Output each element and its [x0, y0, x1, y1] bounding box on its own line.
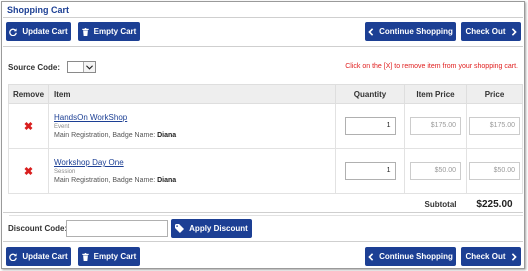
shopping-cart-panel: Shopping Cart Update Cart Empty Cart Con… [1, 1, 525, 269]
item-link[interactable]: Workshop Day One [54, 158, 335, 167]
empty-cart-button-top[interactable]: Empty Cart [78, 22, 140, 41]
item-detail-prefix: Main Registration, Badge Name: [54, 132, 156, 139]
price-field: $175.00 [469, 117, 520, 135]
continue-shopping-button-top[interactable]: Continue Shopping [365, 22, 456, 41]
refresh-icon [9, 27, 18, 36]
check-out-button-bottom[interactable]: Check Out [461, 247, 521, 266]
table-header-row: Remove Item Quantity Item Price Price [8, 84, 523, 104]
cart-table: Remove Item Quantity Item Price Price ✖ … [8, 84, 523, 216]
item-detail: Main Registration, Badge Name: Diana [54, 132, 335, 139]
discount-divider [3, 241, 523, 242]
item-detail-prefix: Main Registration, Badge Name: [54, 177, 156, 184]
item-type: Event [54, 124, 70, 130]
apply-discount-label: Apply Discount [189, 224, 248, 233]
refresh-icon [9, 252, 18, 261]
col-item: Item [48, 84, 336, 104]
trash-icon [81, 252, 89, 261]
quantity-input[interactable]: 1 [344, 162, 396, 180]
discount-code-label: Discount Code: [8, 224, 68, 233]
price-cell: $175.00 [466, 103, 523, 149]
quantity-cell: 1 [335, 103, 405, 149]
apply-discount-button[interactable]: Apply Discount [171, 219, 252, 238]
empty-cart-label: Empty Cart [93, 27, 137, 36]
update-cart-label: Update Cart [22, 27, 68, 36]
badge-name: Diana [157, 177, 177, 184]
price-field: $50.00 [469, 162, 520, 180]
chevron-right-icon [511, 27, 517, 36]
continue-shopping-label: Continue Shopping [379, 252, 453, 261]
update-cart-button-bottom[interactable]: Update Cart [6, 247, 71, 266]
quantity-input[interactable]: 1 [344, 117, 396, 135]
item-type: Session [54, 169, 76, 175]
source-code-select[interactable] [67, 61, 96, 73]
col-price: Price [466, 84, 523, 104]
col-item-price: Item Price [404, 84, 467, 104]
remove-instructions: Click on the [X] to remove item from you… [345, 63, 518, 70]
chevron-down-icon [83, 62, 95, 72]
remove-x-icon[interactable]: ✖ [24, 166, 33, 178]
trash-icon [81, 27, 89, 36]
page-title: Shopping Cart [7, 5, 69, 15]
check-out-button-top[interactable]: Check Out [461, 22, 521, 41]
continue-shopping-button-bottom[interactable]: Continue Shopping [365, 247, 456, 266]
discount-code-input[interactable] [66, 220, 168, 237]
item-cell: HandsOn WorkShop Event Main Registration… [48, 103, 336, 149]
remove-cell: ✖ [8, 148, 49, 194]
subtotal-divider [3, 212, 523, 213]
remove-cell: ✖ [8, 103, 49, 149]
empty-cart-button-bottom[interactable]: Empty Cart [78, 247, 140, 266]
item-price-cell: $175.00 [404, 103, 467, 149]
table-row: ✖ Workshop Day One Session Main Registra… [8, 148, 523, 194]
empty-cart-label: Empty Cart [93, 252, 137, 261]
item-link[interactable]: HandsOn WorkShop [54, 113, 335, 122]
check-out-label: Check Out [465, 252, 506, 261]
item-detail: Main Registration, Badge Name: Diana [54, 177, 335, 184]
col-quantity: Quantity [335, 84, 405, 104]
source-code-label: Source Code: [8, 63, 61, 72]
remove-x-icon[interactable]: ✖ [24, 121, 33, 133]
quantity-cell: 1 [335, 148, 405, 194]
chevron-right-icon [511, 252, 517, 261]
item-price-field: $50.00 [410, 162, 461, 180]
update-cart-button-top[interactable]: Update Cart [6, 22, 71, 41]
check-out-label: Check Out [465, 27, 506, 36]
chevron-left-icon [368, 27, 374, 36]
badge-name: Diana [157, 132, 177, 139]
continue-shopping-label: Continue Shopping [379, 27, 453, 36]
title-divider [3, 17, 523, 18]
item-price-field: $175.00 [410, 117, 461, 135]
item-price-cell: $50.00 [404, 148, 467, 194]
table-row: ✖ HandsOn WorkShop Event Main Registrati… [8, 103, 523, 149]
price-cell: $50.00 [466, 148, 523, 194]
chevron-left-icon [368, 252, 374, 261]
item-cell: Workshop Day One Session Main Registrati… [48, 148, 336, 194]
toolbar-divider [3, 46, 523, 47]
col-remove: Remove [8, 84, 49, 104]
update-cart-label: Update Cart [22, 252, 68, 261]
tag-icon [175, 224, 185, 233]
